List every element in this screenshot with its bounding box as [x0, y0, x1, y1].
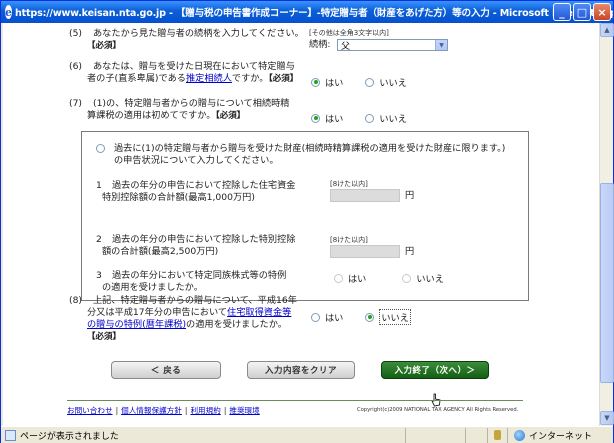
q5-number: (5) — [69, 28, 83, 39]
q7-number: (7) — [69, 98, 83, 109]
item1-text-line1: 過去の年分の申告において控除した住宅資金 — [112, 180, 296, 191]
q8-number: (8) — [69, 295, 83, 306]
q7-text-line1: (1)の、特定贈与者からの贈与について相続時精 — [93, 98, 290, 109]
q6-number: (6) — [69, 61, 83, 72]
footer-links: お問い合わせ | 個人情報保護方針 | 利用規約 | 推奨環境 — [67, 405, 260, 416]
q8-text-line3: の贈与の特例(暦年課税)の適用を受けましたか。 — [87, 319, 287, 330]
contact-link[interactable]: お問い合わせ — [67, 405, 113, 416]
q6-yes-label: はい — [325, 78, 344, 89]
terms-link[interactable]: 利用規約 — [190, 405, 220, 416]
q8-yes-radio[interactable] — [311, 312, 320, 322]
past-filing-box: 過去に(1)の特定贈与者から贈与を受けた財産(相続時精算課税の適用を受けた財産に… — [81, 131, 529, 301]
q6-no-label: いいえ — [379, 78, 407, 89]
title-bar: e https://www.keisan.nta.go.jp - 【贈与税の申告… — [1, 1, 613, 23]
past-filing-intro-line1: 過去に(1)の特定贈与者から贈与を受けた財産(相続時精算課税の適用を受けた財産に… — [114, 143, 506, 154]
item3-no-radio[interactable] — [402, 273, 412, 283]
item3-no-label: いいえ — [416, 274, 444, 285]
q8-no-radio[interactable] — [365, 312, 375, 322]
item3-radio-group: はい いいえ — [334, 271, 444, 285]
item2-hint: [8けた以内] — [330, 236, 368, 244]
footer-divider — [67, 400, 523, 401]
special-deduction-input[interactable] — [330, 245, 400, 258]
item1-text-line2: 特別控除額の合計額(最高1,000万円) — [102, 192, 255, 203]
relationship-select-value: 父 — [341, 41, 351, 52]
q6-text-line1: あなたは、贈与を受けた日現在において特定贈与 — [93, 61, 295, 72]
security-zone: インターネット — [529, 431, 593, 442]
scroll-up-icon[interactable]: ▲ — [600, 23, 614, 37]
lock-icon — [494, 430, 501, 440]
item2-text-line2: 額の合計額(最高2,500万円) — [102, 246, 219, 257]
past-filing-intro-line2: の申告状況について入力してください。 — [114, 155, 279, 166]
page-icon — [5, 429, 16, 441]
vertical-scrollbar[interactable]: ▲ ▼ — [599, 23, 614, 426]
minimize-icon[interactable]: _ — [553, 3, 571, 21]
q5-required: 【必須】 — [87, 41, 122, 51]
q7-text-line2: 算課税の適用は初めてですか。【必須】 — [87, 110, 246, 121]
q8-radio-group: はい いいえ — [311, 309, 411, 325]
status-bar: ページが表示されました インターネット — [1, 426, 613, 443]
environment-link[interactable]: 推奨環境 — [229, 405, 259, 416]
q5-select-label: 続柄: — [309, 39, 331, 50]
q6-required: 【必須】 — [268, 74, 299, 84]
item1-hint: [8けた以内] — [330, 180, 368, 188]
q8-text-line1: 上記、特定贈与者からの贈与について、平成16年 — [93, 295, 297, 306]
next-button[interactable]: 入力終了（次へ）＞ — [381, 361, 489, 379]
past-filing-radio[interactable] — [96, 144, 105, 153]
browser-window: e https://www.keisan.nta.go.jp - 【贈与税の申告… — [0, 0, 614, 443]
item1-number: 1 — [96, 180, 102, 191]
q8-no-label: いいえ — [379, 309, 411, 325]
privacy-link[interactable]: 個人情報保護方針 — [121, 405, 182, 416]
q7-yes-radio[interactable] — [311, 113, 320, 123]
chevron-down-icon[interactable]: ▼ — [435, 40, 447, 50]
item2-unit: 円 — [405, 246, 415, 257]
q7-no-label: いいえ — [379, 114, 407, 125]
q5-hint: [その他は全角3文字以内] — [309, 29, 389, 37]
q8-required: 【必須】 — [87, 332, 122, 342]
housing-deduction-input[interactable] — [330, 189, 400, 202]
q8-text-line2: 分又は平成17年分の申告において住宅取得資金等 — [87, 307, 292, 318]
item3-number: 3 — [96, 270, 102, 281]
q8-yes-label: はい — [325, 313, 344, 324]
q7-no-radio[interactable] — [365, 113, 375, 123]
ie-icon: e — [5, 5, 12, 19]
globe-icon — [514, 429, 525, 441]
item2-text-line1: 過去の年分の申告において控除した特別控除 — [112, 234, 296, 245]
q6-no-radio[interactable] — [365, 77, 375, 87]
gift-special-link[interactable]: の贈与の特例(暦年課税) — [87, 319, 186, 330]
q7-radio-group: はい いいえ — [311, 111, 407, 125]
page-content: (5) あなたから見た贈与者の続柄を入力してください。 【必須】 [その他は全角… — [3, 23, 599, 426]
maximize-icon[interactable]: □ — [573, 3, 591, 21]
q6-text-line2: 者の子(直系卑属)である推定相続人ですか。【必須】 — [87, 73, 299, 84]
housing-fund-link[interactable]: 住宅取得資金等 — [227, 307, 291, 318]
item3-text-line1: 過去の年分において特定同族株式等の特例 — [112, 270, 287, 281]
back-button[interactable]: ＜ 戻る — [111, 361, 221, 379]
q7-yes-label: はい — [325, 114, 344, 125]
item1-unit: 円 — [405, 190, 415, 201]
suitei-souzokunin-link[interactable]: 推定相続人 — [186, 73, 232, 84]
item3-text-line2: の適用を受けましたか。 — [102, 282, 203, 293]
item2-number: 2 — [96, 234, 102, 245]
window-title: https://www.keisan.nta.go.jp - 【贈与税の申告書作… — [15, 8, 613, 19]
scroll-down-icon[interactable]: ▼ — [600, 411, 614, 425]
q6-radio-group: はい いいえ — [311, 75, 407, 89]
close-icon[interactable]: × — [593, 3, 611, 21]
item3-yes-label: はい — [348, 274, 367, 285]
item3-yes-radio[interactable] — [334, 273, 343, 283]
relationship-select[interactable]: 父 ▼ — [337, 39, 448, 52]
copyright: Copyright(c)2009 NATIONAL TAX AGENCY All… — [357, 407, 519, 413]
scroll-thumb[interactable] — [600, 183, 614, 383]
status-text: ページが表示されました — [20, 431, 119, 442]
q7-required: 【必須】 — [215, 111, 246, 121]
clear-button[interactable]: 入力内容をクリア — [247, 361, 355, 379]
q5-text: あなたから見た贈与者の続柄を入力してください。 — [93, 28, 304, 39]
q6-yes-radio[interactable] — [311, 77, 320, 87]
